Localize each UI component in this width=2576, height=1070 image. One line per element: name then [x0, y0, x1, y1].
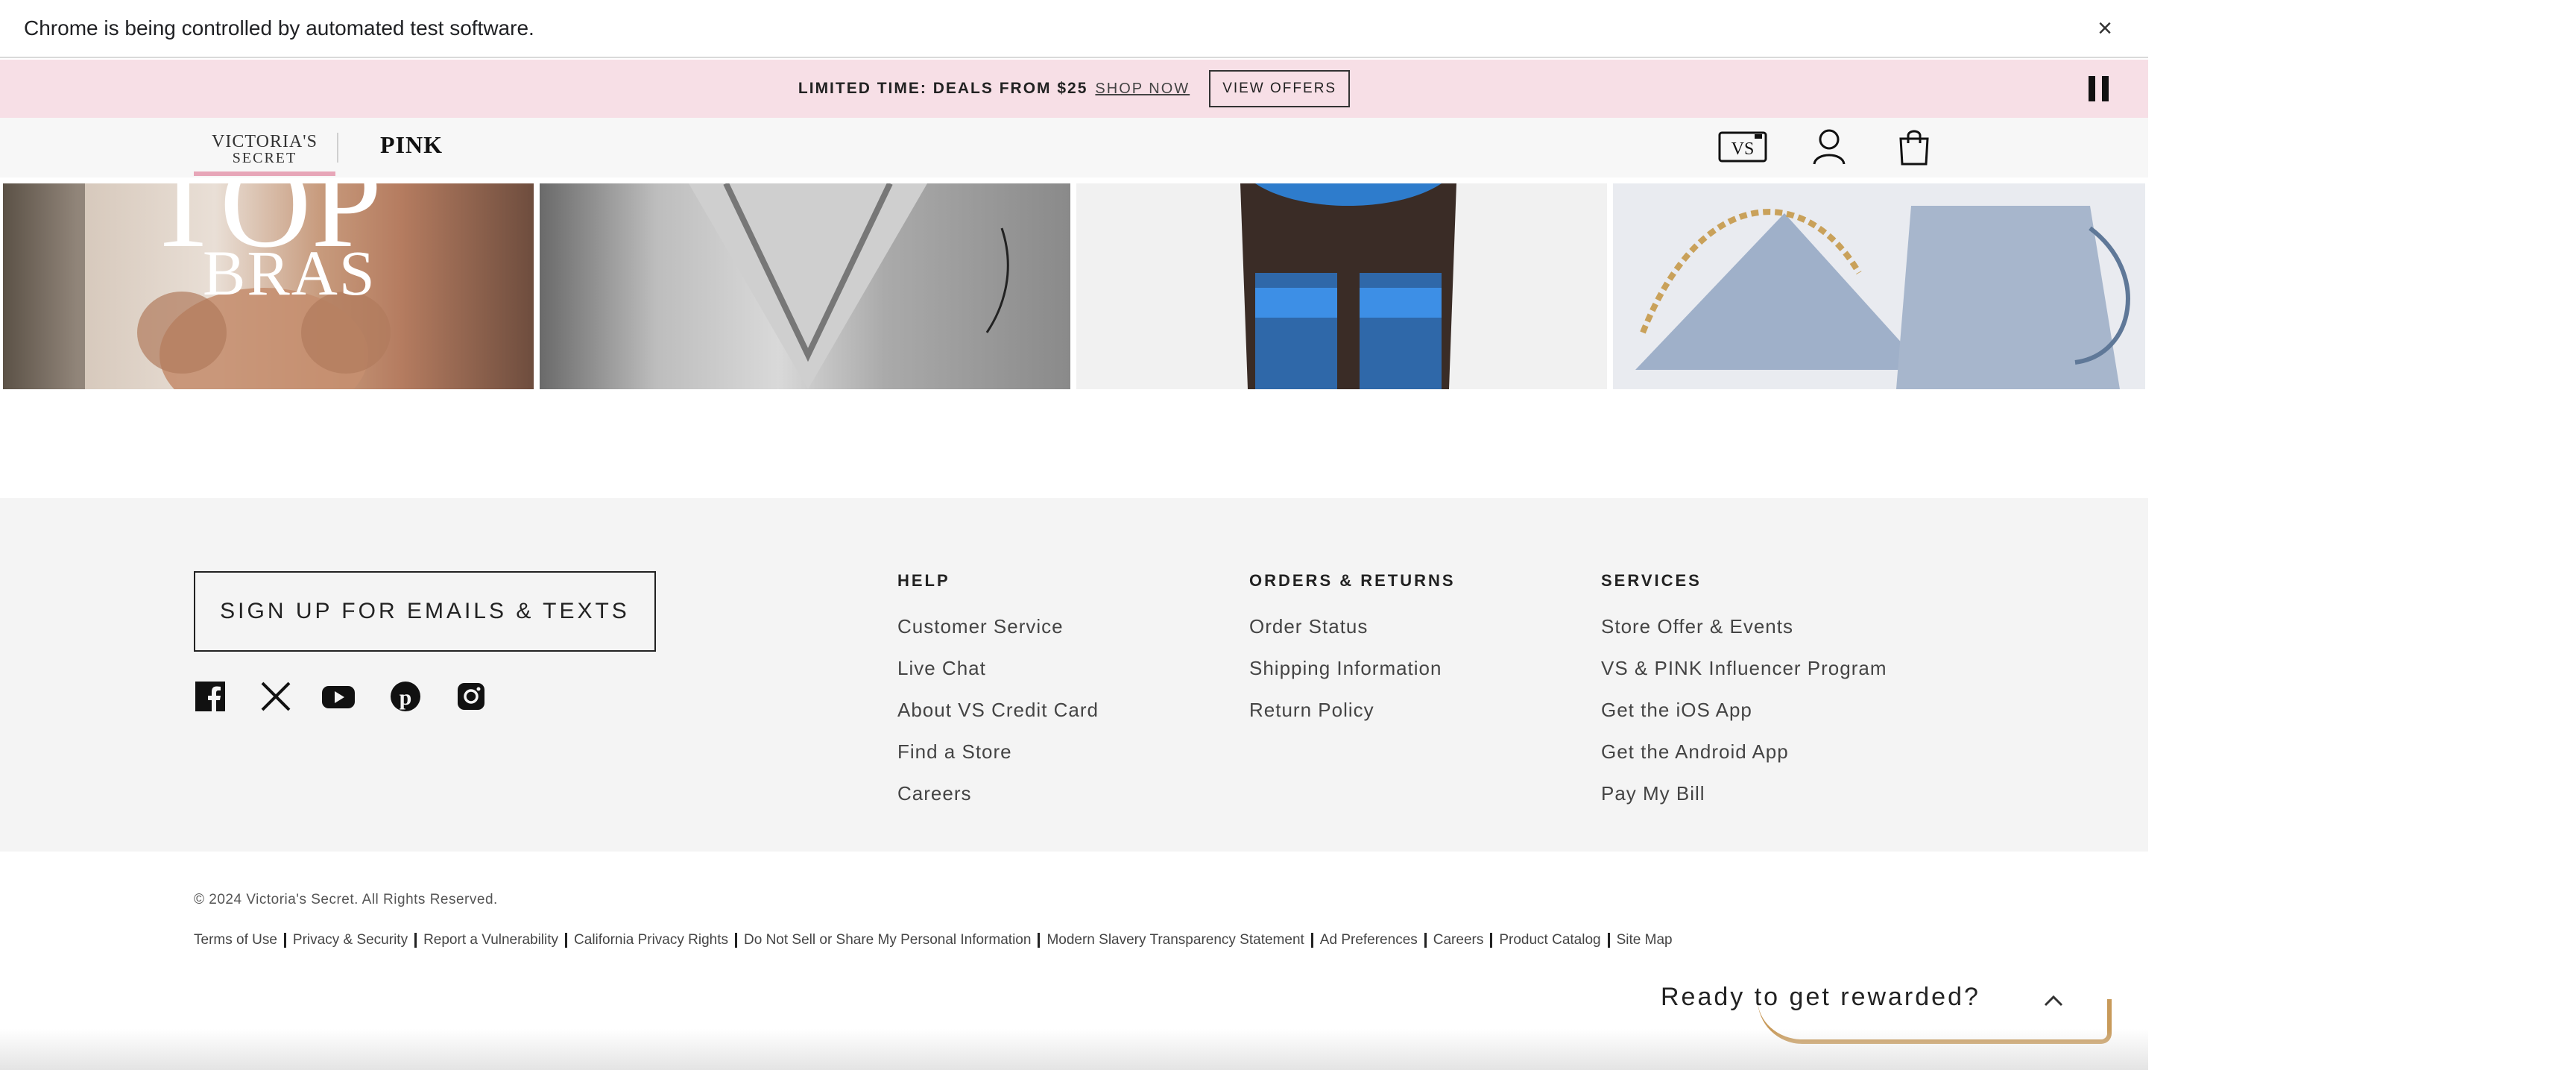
- lingerie-image[interactable]: [1076, 183, 1607, 389]
- logo-line-1: VICTORIA'S: [212, 132, 318, 151]
- close-icon[interactable]: ×: [2090, 13, 2120, 43]
- empty-viewport-area: [2148, 0, 2576, 1070]
- legal-link-california[interactable]: California Privacy Rights: [574, 932, 728, 948]
- legal-link-ad-preferences[interactable]: Ad Preferences: [1320, 932, 1418, 948]
- vs-card-icon[interactable]: VS: [1717, 127, 1770, 167]
- brand-divider: [337, 133, 338, 163]
- promo-banner: LIMITED TIME: DEALS FROM $25 SHOP NOW VI…: [0, 60, 2148, 118]
- legal-separator: [1490, 933, 1493, 948]
- x-icon[interactable]: [259, 680, 292, 713]
- robe-image[interactable]: [540, 183, 1070, 389]
- logo-line-2: SECRET: [232, 150, 297, 166]
- svg-text:p: p: [400, 685, 412, 710]
- footer-link[interactable]: Customer Service: [897, 613, 1099, 655]
- legal-link-vulnerability[interactable]: Report a Vulnerability: [423, 932, 558, 948]
- site-footer: SIGN UP FOR EMAILS & TEXTS p HELP Custom…: [0, 498, 2148, 852]
- rewards-text[interactable]: Ready to get rewarded?: [1661, 983, 1980, 1012]
- footer-link[interactable]: Shipping Information: [1249, 655, 1456, 696]
- chevron-up-icon[interactable]: [2042, 990, 2065, 1013]
- view-offers-button[interactable]: VIEW OFFERS: [1209, 70, 1351, 107]
- legal-separator: [414, 933, 417, 948]
- footer-link[interactable]: Careers: [897, 780, 1099, 822]
- tile1-heading: BRAS: [203, 237, 376, 309]
- legal-link-product-catalog[interactable]: Product Catalog: [1499, 932, 1600, 948]
- footer-column-services: SERVICES Store Offer & Events VS & PINK …: [1601, 571, 1887, 822]
- legal-separator: [1607, 933, 1610, 948]
- instagram-icon[interactable]: [455, 680, 487, 713]
- legal-link-site-map[interactable]: Site Map: [1617, 932, 1673, 948]
- footer-link[interactable]: Find a Store: [897, 738, 1099, 780]
- footer-link[interactable]: Store Offer & Events: [1601, 613, 1887, 655]
- footer-link[interactable]: Order Status: [1249, 613, 1456, 655]
- legal-separator: [1310, 933, 1313, 948]
- youtube-icon[interactable]: [321, 680, 356, 713]
- victorias-secret-logo[interactable]: VICTORIA'S SECRET: [194, 133, 335, 166]
- footer-link[interactable]: Live Chat: [897, 655, 1099, 696]
- legal-separator: [565, 933, 568, 948]
- footer-column-title: HELP: [897, 571, 950, 590]
- legal-link-privacy[interactable]: Privacy & Security: [293, 932, 408, 948]
- active-brand-underline: [194, 171, 335, 176]
- automation-infobar: Chrome is being controlled by automated …: [0, 0, 2148, 58]
- handbags-image[interactable]: [1613, 183, 2145, 389]
- footer-column-orders-returns: ORDERS & RETURNS Order Status Shipping I…: [1249, 571, 1456, 738]
- footer-link[interactable]: Return Policy: [1249, 696, 1456, 738]
- footer-link[interactable]: Get the Android App: [1601, 738, 1887, 780]
- page: Chrome is being controlled by automated …: [0, 0, 2148, 1070]
- legal-links: Terms of Use Privacy & Security Report a…: [194, 932, 1673, 948]
- footer-link[interactable]: VS & PINK Influencer Program: [1601, 655, 1887, 696]
- infobar-message: Chrome is being controlled by automated …: [24, 16, 534, 40]
- footer-link[interactable]: Pay My Bill: [1601, 780, 1887, 822]
- pause-icon[interactable]: [2089, 76, 2112, 101]
- legal-link-terms[interactable]: Terms of Use: [194, 932, 277, 948]
- bras-promo-image[interactable]: TOP BRAS: [3, 183, 534, 389]
- image-tiles: TOP BRAS: [0, 183, 2148, 389]
- legal-separator: [1038, 933, 1041, 948]
- facebook-icon[interactable]: [194, 680, 227, 713]
- legal-separator: [1424, 933, 1427, 948]
- legal-link-careers[interactable]: Careers: [1433, 932, 1484, 948]
- footer-column-help: HELP Customer Service Live Chat About VS…: [897, 571, 1099, 822]
- footer-link[interactable]: Get the iOS App: [1601, 696, 1887, 738]
- shop-now-link[interactable]: SHOP NOW: [1095, 81, 1190, 98]
- legal-separator: [735, 933, 737, 948]
- legal-link-modern-slavery[interactable]: Modern Slavery Transparency Statement: [1046, 932, 1304, 948]
- copyright-text: © 2024 Victoria's Secret. All Rights Res…: [194, 892, 498, 907]
- footer-column-title: ORDERS & RETURNS: [1249, 571, 1456, 590]
- account-icon[interactable]: [1807, 127, 1852, 167]
- promo-text: LIMITED TIME: DEALS FROM $25: [798, 80, 1088, 97]
- bottom-shadow: [0, 1029, 2148, 1070]
- pink-logo[interactable]: PINK: [380, 131, 443, 159]
- email-signup-button[interactable]: SIGN UP FOR EMAILS & TEXTS: [194, 571, 656, 652]
- footer-link[interactable]: About VS Credit Card: [897, 696, 1099, 738]
- pinterest-icon[interactable]: p: [389, 680, 422, 713]
- shopping-bag-icon[interactable]: [1892, 127, 1936, 167]
- footer-column-title: SERVICES: [1601, 571, 1702, 590]
- svg-text:VS: VS: [1731, 139, 1755, 159]
- legal-link-do-not-sell[interactable]: Do Not Sell or Share My Personal Informa…: [744, 932, 1031, 948]
- legal-separator: [283, 933, 286, 948]
